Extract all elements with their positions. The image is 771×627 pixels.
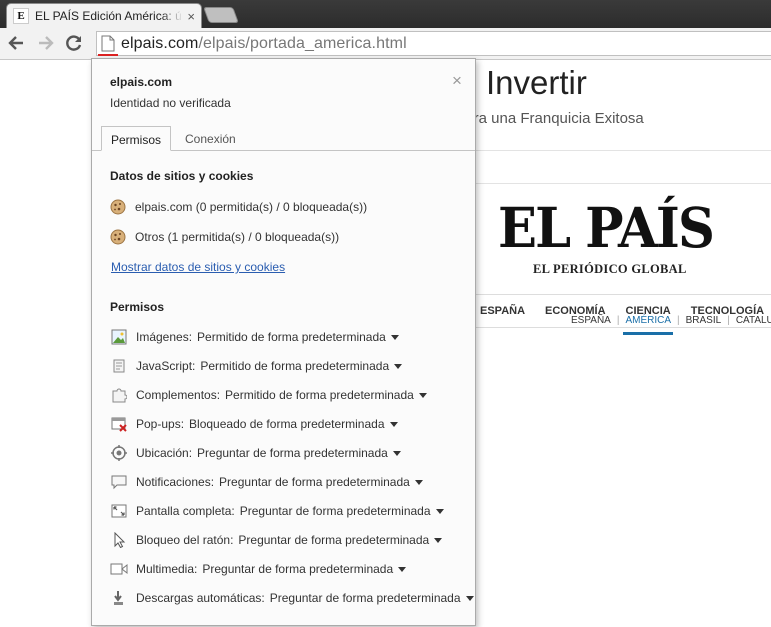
permission-label: Descargas automáticas: — [136, 591, 265, 605]
cookies-heading: Datos de sitios y cookies — [110, 169, 254, 183]
media-icon — [110, 560, 128, 578]
permission-value[interactable]: Preguntar de forma predeterminada — [240, 504, 431, 518]
page-icon[interactable] — [98, 35, 118, 56]
section-economia[interactable]: ECONOMÍA — [545, 305, 606, 317]
permission-row-notifications[interactable]: Notificaciones: Preguntar de forma prede… — [110, 472, 423, 492]
permission-value[interactable]: Bloqueado de forma predeterminada — [189, 417, 384, 431]
chevron-down-icon[interactable] — [418, 393, 427, 398]
chevron-down-icon[interactable] — [465, 596, 474, 601]
new-tab-button[interactable] — [203, 7, 239, 23]
cookie-row-otros: Otros (1 permitida(s) / 0 bloqueada(s)) — [110, 229, 339, 245]
chevron-down-icon[interactable] — [434, 538, 443, 543]
cookie-row-elpais: elpais.com (0 permitida(s) / 0 bloqueada… — [110, 199, 367, 215]
fullscreen-icon — [110, 502, 128, 520]
permissions-heading: Permisos — [110, 300, 165, 314]
permission-label: JavaScript: — [136, 359, 196, 373]
forward-icon[interactable] — [34, 31, 58, 55]
chevron-down-icon[interactable] — [398, 567, 407, 572]
ad-subtitle[interactable]: iera una Franquicia Exitosa — [462, 110, 644, 127]
permission-value[interactable]: Preguntar de forma predeterminada — [219, 475, 410, 489]
url-domain: elpais.com — [121, 34, 199, 52]
permission-label: Bloqueo del ratón: — [136, 533, 234, 547]
editions-bar: ESPAÑA | AMÉRICA | BRASIL | CATALUÑA — [470, 150, 771, 335]
location-icon — [110, 444, 128, 462]
section-espana[interactable]: ESPAÑA — [480, 305, 525, 317]
url-path: /elpais/portada_america.html — [198, 34, 407, 52]
back-icon[interactable] — [4, 31, 28, 55]
section-tecnologia[interactable]: TECNOLOGÍA — [691, 305, 764, 317]
section-nav: ESPAÑA ECONOMÍA CIENCIA TECNOLOGÍA — [470, 294, 771, 328]
permission-label: Pop-ups: — [136, 417, 185, 431]
popup-domain: elpais.com — [110, 75, 173, 89]
image-icon — [110, 328, 128, 346]
url-text[interactable]: elpais.com/elpais/portada_america.html — [121, 35, 407, 53]
favicon-icon: E — [13, 8, 29, 24]
chevron-down-icon[interactable] — [389, 422, 398, 427]
tab-conexion[interactable]: Conexión — [176, 126, 245, 151]
section-ciencia[interactable]: CIENCIA — [626, 305, 671, 317]
chevron-down-icon[interactable] — [394, 364, 403, 369]
permission-value[interactable]: Permitido de forma predeterminada — [225, 388, 414, 402]
permission-label: Complementos: — [136, 388, 221, 402]
identity-status: Identidad no verificada — [110, 96, 231, 110]
cookie-icon — [110, 229, 126, 245]
permission-row-javascript[interactable]: JavaScript: Permitido de forma predeterm… — [110, 356, 403, 376]
permission-value[interactable]: Permitido de forma predeterminada — [200, 359, 389, 373]
browser-tab[interactable]: E EL PAÍS Edición América: ú × — [6, 3, 202, 28]
permission-value[interactable]: Preguntar de forma predeterminada — [238, 533, 429, 547]
site-info-popup: elpais.com Identidad no verificada × Per… — [91, 58, 476, 626]
permission-row-popups[interactable]: Pop-ups: Bloqueado de forma predetermina… — [110, 414, 398, 434]
permission-value[interactable]: Permitido de forma predeterminada — [197, 330, 386, 344]
permission-row-media[interactable]: Multimedia: Preguntar de forma predeterm… — [110, 559, 407, 579]
show-cookies-link[interactable]: Mostrar datos de sitios y cookies — [111, 260, 285, 274]
plugin-icon — [110, 386, 128, 404]
permission-row-location[interactable]: Ubicación: Preguntar de forma predetermi… — [110, 443, 401, 463]
permission-label: Pantalla completa: — [136, 504, 235, 518]
page-icon-underline — [98, 54, 118, 56]
close-icon[interactable]: × — [452, 71, 462, 91]
chevron-down-icon[interactable] — [390, 335, 399, 340]
tab-permisos[interactable]: Permisos — [101, 126, 172, 151]
el-pais-logo[interactable]: EL PAÍS — [498, 198, 715, 258]
logo-tagline: EL PERIÓDICO GLOBAL — [533, 262, 687, 276]
title-bar: E EL PAÍS Edición América: ú × — [0, 0, 771, 28]
mouse-lock-icon — [110, 531, 128, 549]
permission-row-images[interactable]: Imágenes: Permitido de forma predetermin… — [110, 327, 399, 347]
cookie-label-otros: Otros (1 permitida(s) / 0 bloqueada(s)) — [135, 230, 340, 244]
permission-label: Multimedia: — [136, 562, 198, 576]
cookie-label-elpais: elpais.com (0 permitida(s) / 0 bloqueada… — [135, 200, 368, 214]
toolbar: elpais.com/elpais/portada_america.html — [0, 28, 771, 60]
permission-label: Ubicación: — [136, 446, 193, 460]
permission-label: Notificaciones: — [136, 475, 215, 489]
permission-label: Imágenes: — [136, 330, 193, 344]
chevron-down-icon[interactable] — [414, 480, 423, 485]
tab-close-icon[interactable]: × — [187, 9, 195, 24]
permission-row-fullscreen[interactable]: Pantalla completa: Preguntar de forma pr… — [110, 501, 444, 521]
permission-row-plugins[interactable]: Complementos: Permitido de forma predete… — [110, 385, 427, 405]
address-bar[interactable]: elpais.com/elpais/portada_america.html — [96, 31, 771, 56]
chevron-down-icon[interactable] — [435, 509, 444, 514]
reload-icon[interactable] — [62, 31, 86, 55]
permission-value[interactable]: Preguntar de forma predeterminada — [197, 446, 388, 460]
permission-value[interactable]: Preguntar de forma predeterminada — [202, 562, 393, 576]
ad-title[interactable]: Invertir — [486, 64, 587, 102]
permission-row-mouse-lock[interactable]: Bloqueo del ratón: Preguntar de forma pr… — [110, 530, 443, 550]
tab-title: EL PAÍS Edición América: ú — [35, 9, 182, 23]
javascript-icon — [110, 357, 128, 375]
notification-icon — [110, 473, 128, 491]
cookie-icon — [110, 199, 126, 215]
download-icon — [110, 589, 128, 607]
chevron-down-icon[interactable] — [392, 451, 401, 456]
permission-row-downloads[interactable]: Descargas automáticas: Preguntar de form… — [110, 588, 474, 608]
popup-blocked-icon — [110, 415, 128, 433]
permission-value[interactable]: Preguntar de forma predeterminada — [270, 591, 461, 605]
